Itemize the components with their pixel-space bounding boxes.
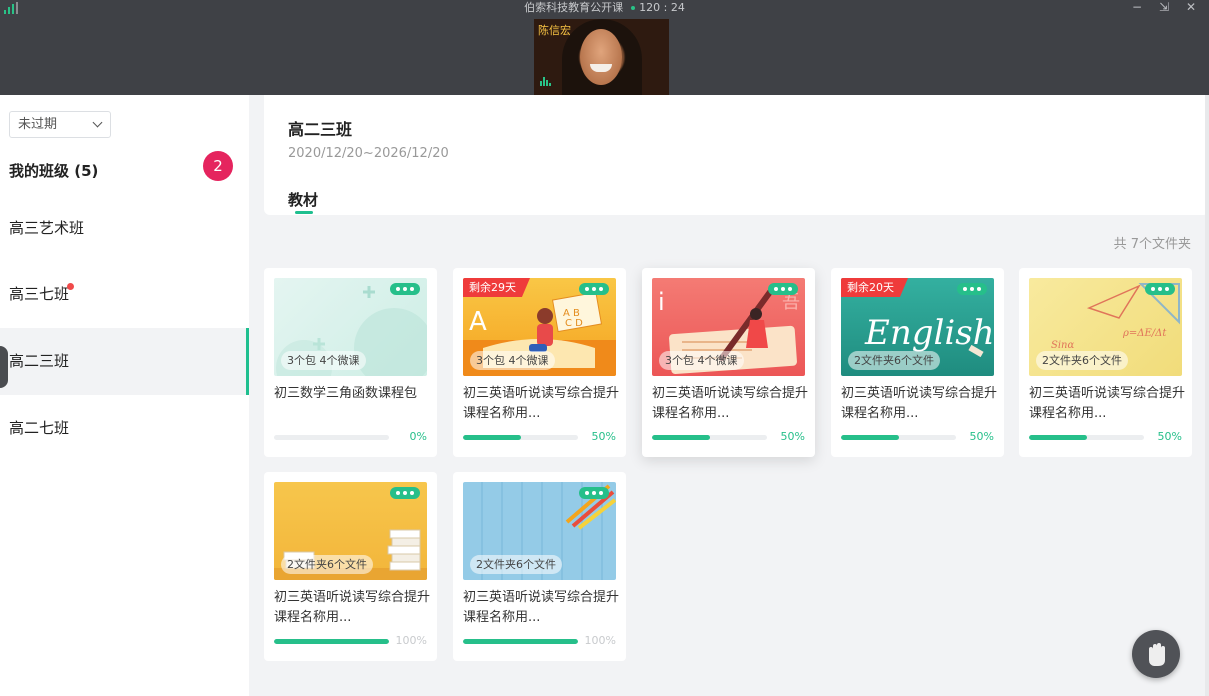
expiry-filter-select[interactable]: 未过期 [9, 111, 111, 138]
progress-label: 50% [780, 430, 805, 443]
course-thumbnail: ρ=ΔE/Δt Sinα 2文件夹6个文件 [1029, 278, 1182, 376]
collapse-handle[interactable] [0, 346, 8, 388]
close-button[interactable]: ✕ [1186, 0, 1196, 14]
window-title: 伯索科技教育公开课 [524, 1, 624, 14]
course-title: 初三英语听说读写综合提升课程名称用... [1029, 386, 1185, 421]
content-count-pill: 3个包 4个微课 [659, 351, 744, 370]
title-bar: 伯索科技教育公开课 120 : 24 − ⇲ ✕ 陈信宏 [0, 0, 1209, 95]
svg-text:A: A [469, 307, 487, 337]
minimize-button[interactable]: − [1132, 0, 1142, 14]
more-options-button[interactable] [768, 283, 798, 295]
progress-label: 0% [409, 430, 427, 443]
sidebar-item-class-active[interactable]: 高二三班 [0, 328, 249, 395]
class-header: 高二三班 2020/12/20~2026/12/20 教材 [264, 95, 1209, 215]
window-title-area: 伯索科技教育公开课 120 : 24 [0, 0, 1209, 15]
folder-count: 共 7个文件夹 [1113, 237, 1191, 252]
course-card[interactable]: 3个包 4个微课 初三数学三角函数课程包 0% [264, 268, 437, 457]
days-remaining-ribbon: 剩余20天 [841, 278, 908, 297]
course-thumbnail: English 剩余20天 2文件夹6个文件 [841, 278, 994, 376]
progress-label: 50% [969, 430, 994, 443]
svg-text:Sinα: Sinα [1051, 340, 1074, 351]
active-tab-indicator [295, 211, 313, 214]
more-options-button[interactable] [390, 283, 420, 295]
progress-bar [274, 639, 389, 644]
raise-hand-button[interactable] [1132, 630, 1180, 678]
participant-name: 陈信宏 [538, 24, 571, 37]
content-count-pill: 3个包 4个微课 [470, 351, 555, 370]
more-options-button[interactable] [579, 487, 609, 499]
course-title: 初三英语听说读写综合提升课程名称用... [841, 386, 997, 421]
my-classes-heading: 我的班级 (5) [9, 162, 99, 180]
live-dot-icon [631, 6, 636, 10]
sidebar-item-label: 高二三班 [9, 352, 70, 370]
progress-label: 100% [584, 634, 616, 647]
content-count-pill: 3个包 4个微课 [281, 351, 366, 370]
course-title: 初三英语听说读写综合提升课程名称用... [463, 590, 619, 625]
session-timer: 120 : 24 [639, 1, 685, 14]
more-options-button[interactable] [390, 487, 420, 499]
course-thumbnail: i 吾 3个包 4个微课 [652, 278, 805, 376]
more-options-button[interactable] [579, 283, 609, 295]
sidebar-item-label: 高三艺术班 [9, 219, 85, 237]
progress-label: 50% [1157, 430, 1182, 443]
progress-fill [1029, 435, 1087, 440]
audio-level-icon [540, 76, 552, 86]
progress-label: 100% [395, 634, 427, 647]
class-date-range: 2020/12/20~2026/12/20 [288, 146, 449, 161]
restore-button[interactable]: ⇲ [1159, 0, 1169, 14]
class-sidebar: 未过期 我的班级 (5) 2 高三艺术班 高三七班 高二三班 高二七班 [0, 95, 249, 696]
content-count-pill: 2文件夹6个文件 [1036, 351, 1128, 370]
course-thumbnail: 3个包 4个微课 [274, 278, 427, 376]
content-count-pill: 2文件夹6个文件 [848, 351, 940, 370]
course-card[interactable]: ρ=ΔE/Δt Sinα 2文件夹6个文件 初三英语听说读写综合提升课程名称用.… [1019, 268, 1192, 457]
progress-fill [463, 639, 578, 644]
course-title: 初三英语听说读写综合提升课程名称用... [652, 386, 808, 421]
tab-materials[interactable]: 教材 [288, 189, 318, 210]
unread-dot-icon [67, 283, 75, 290]
progress-bar [652, 435, 767, 440]
progress-bar [274, 435, 389, 440]
progress-fill [652, 435, 710, 440]
progress-label: 50% [591, 430, 616, 443]
sidebar-item-class[interactable]: 高三艺术班 [0, 195, 249, 262]
content-count-pill: 2文件夹6个文件 [470, 555, 562, 574]
sidebar-item-label: 高三七班 [9, 285, 70, 303]
svg-text:吾: 吾 [782, 292, 800, 313]
course-thumbnail: A B C D A 剩余29天 3个包 4个微课 [463, 278, 616, 376]
progress-bar [841, 435, 956, 440]
course-card[interactable]: A B C D A 剩余29天 3个包 4个微课 初三英语听说读写综合提升课程名… [453, 268, 626, 457]
course-card[interactable]: English 剩余20天 2文件夹6个文件 初三英语听说读写综合提升课程名称用… [831, 268, 1004, 457]
progress-fill [274, 639, 389, 644]
course-card[interactable]: i 吾 3个包 4个微课 初三英语听说读写综合提升课程名称用... 50% [642, 268, 815, 457]
course-thumbnail: 2文件夹6个文件 [274, 482, 427, 580]
sidebar-item-label: 高二七班 [9, 419, 70, 437]
progress-bar [1029, 435, 1144, 440]
scrollbar-track[interactable] [1205, 95, 1209, 696]
course-card[interactable]: 2文件夹6个文件 初三英语听说读写综合提升课程名称用... 100% [264, 472, 437, 661]
svg-text:ρ=ΔE/Δt: ρ=ΔE/Δt [1122, 328, 1167, 339]
course-title: 初三数学三角函数课程包 [274, 386, 418, 401]
svg-text:i: i [658, 288, 665, 316]
notification-badge[interactable]: 2 [203, 151, 233, 181]
content-count-pill: 2文件夹6个文件 [281, 555, 373, 574]
sidebar-item-class[interactable]: 高二七班 [0, 395, 249, 462]
participant-video[interactable]: 陈信宏 [534, 19, 669, 95]
course-title: 初三英语听说读写综合提升课程名称用... [274, 590, 430, 625]
more-options-button[interactable] [1145, 283, 1175, 295]
progress-fill [463, 435, 521, 440]
course-title: 初三英语听说读写综合提升课程名称用... [463, 386, 619, 421]
raise-hand-icon [1149, 643, 1165, 666]
more-options-button[interactable] [957, 283, 987, 295]
class-name: 高二三班 [288, 120, 353, 139]
chevron-down-icon [92, 117, 103, 128]
progress-fill [841, 435, 899, 440]
filter-value: 未过期 [18, 117, 58, 132]
progress-bar [463, 435, 578, 440]
days-remaining-ribbon: 剩余29天 [463, 278, 530, 297]
svg-text:C D: C D [565, 318, 583, 329]
progress-bar [463, 639, 578, 644]
course-thumbnail: 2文件夹6个文件 [463, 482, 616, 580]
course-card[interactable]: 2文件夹6个文件 初三英语听说读写综合提升课程名称用... 100% [453, 472, 626, 661]
sidebar-item-class[interactable]: 高三七班 [0, 261, 249, 328]
